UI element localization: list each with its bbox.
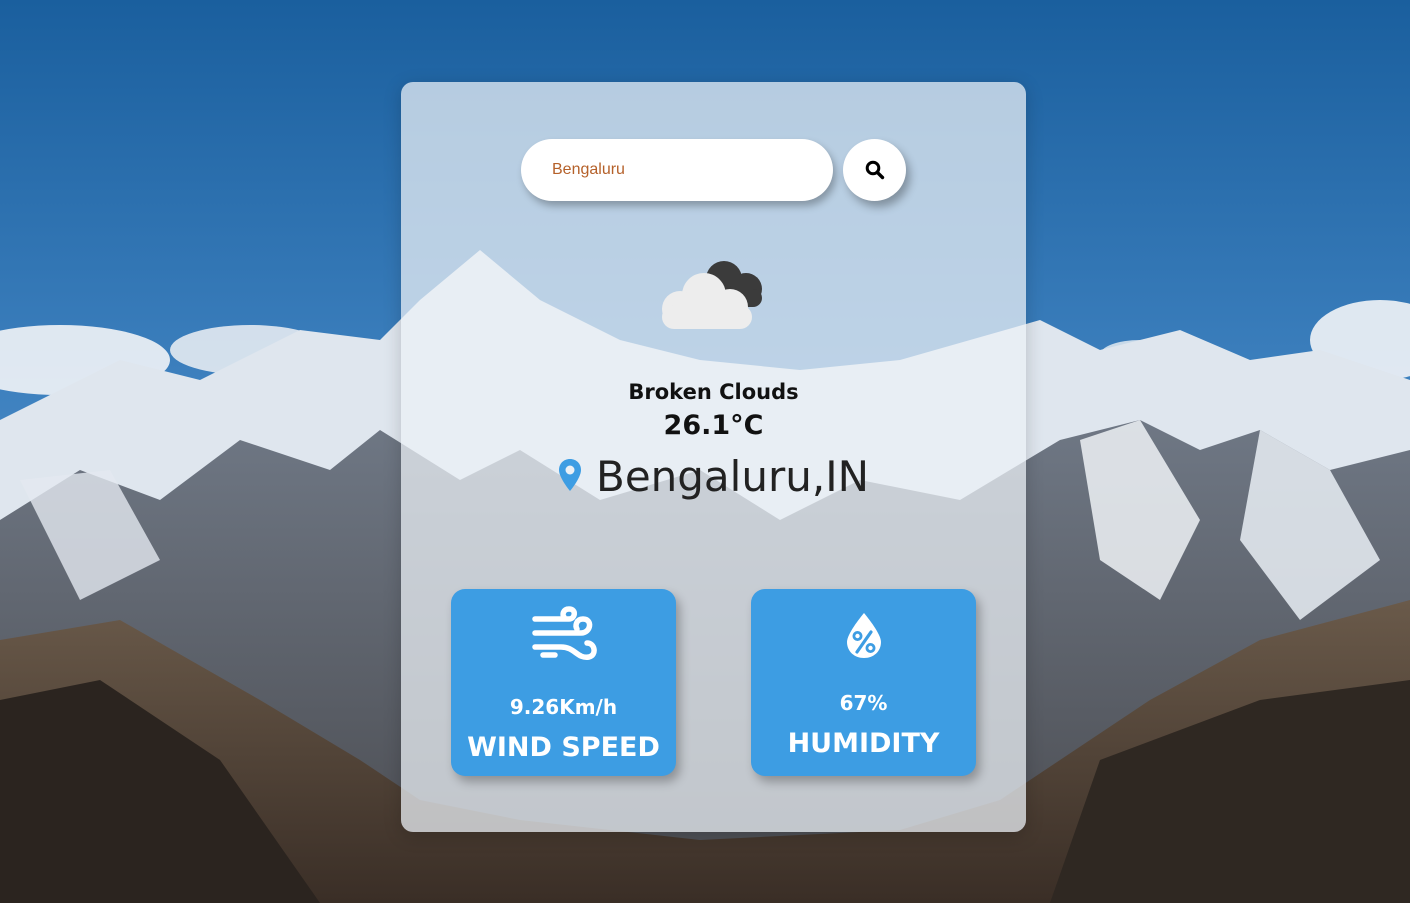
map-pin-icon (559, 458, 581, 491)
search-bar (521, 139, 906, 201)
humidity-drop-icon (846, 613, 881, 658)
humidity-value: 67% (839, 691, 888, 715)
temperature: 26.1°C (663, 410, 764, 441)
broken-clouds-icon (662, 261, 762, 329)
wind-speed-card: 9.26Km/h WIND SPEED (451, 589, 676, 776)
weather-condition: Broken Clouds (628, 380, 799, 404)
city-search-input[interactable] (521, 139, 833, 201)
weather-card: Broken Clouds 26.1°C Bengaluru,IN 9.26Km… (401, 82, 1026, 832)
wind-icon (531, 606, 597, 660)
humidity-card: 67% HUMIDITY (751, 589, 976, 776)
search-icon (865, 160, 884, 180)
search-button[interactable] (843, 139, 906, 201)
wind-speed-label: WIND SPEED (467, 732, 660, 763)
wind-speed-value: 9.26Km/h (509, 695, 618, 719)
location-name: Bengaluru,IN (596, 452, 869, 501)
humidity-label: HUMIDITY (787, 728, 940, 759)
location: Bengaluru,IN (401, 452, 1026, 501)
